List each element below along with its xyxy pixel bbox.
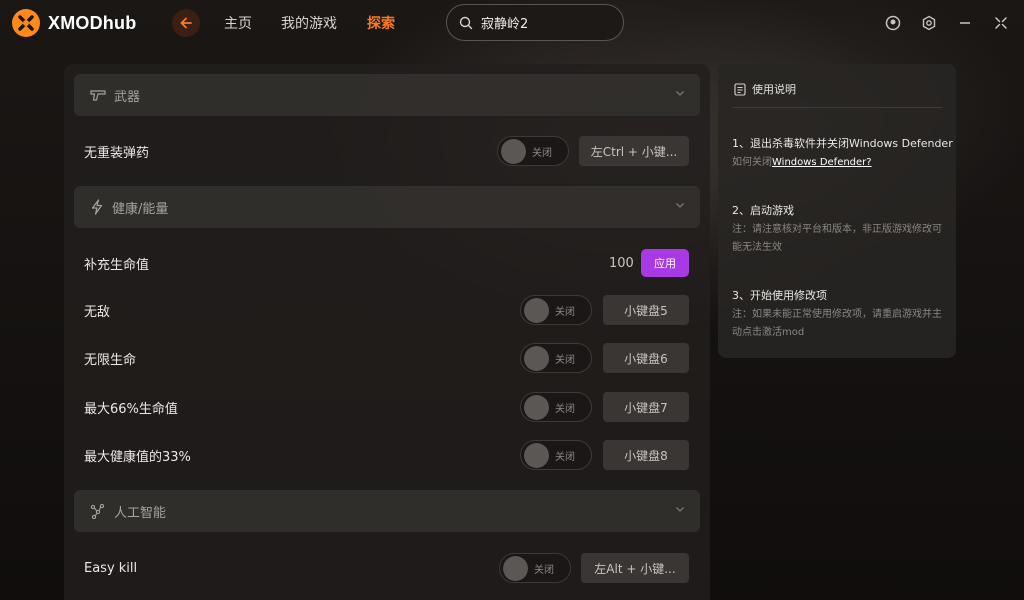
search-box[interactable] [446, 4, 624, 41]
mod-row-refill-health: 补充生命值 100 应用 [74, 246, 700, 280]
xmodhub-logo-icon [12, 9, 40, 37]
mod-toggle[interactable]: 关闭 [520, 295, 592, 325]
app-logo[interactable]: XMODhub [12, 9, 136, 37]
mod-toggle[interactable]: 关闭 [520, 392, 592, 422]
arrow-left-icon [180, 17, 192, 29]
mod-list-panel: 武器 无重装弹药 关闭 左Ctrl + 小键... 健康/能量 补充生命值 10… [64, 64, 710, 600]
instructions-title: 使用说明 [752, 83, 796, 96]
mod-toggle[interactable]: 关闭 [497, 136, 569, 166]
mod-row-invincible: 无敌 关闭 小键盘5 [74, 293, 700, 327]
mod-toggle[interactable]: 关闭 [499, 553, 571, 583]
mod-name: 无敌 [84, 304, 111, 320]
user-icon[interactable] [882, 12, 904, 34]
section-weapons-label: 武器 [114, 89, 141, 105]
section-ai[interactable]: 人工智能 [74, 490, 700, 532]
toggle-knob [524, 298, 549, 323]
hotkey-button[interactable]: 小键盘7 [603, 392, 689, 422]
mod-toggle[interactable]: 关闭 [520, 343, 592, 373]
step-1-note-prefix: 如何关闭 [732, 157, 772, 168]
instructions-header: 使用说明 [734, 81, 796, 97]
collapse-icon[interactable] [990, 12, 1012, 34]
toggle-knob [501, 139, 526, 164]
minimize-icon[interactable] [954, 12, 976, 34]
app-name: XMODhub [48, 12, 137, 33]
nav-explore[interactable]: 探索 [367, 13, 395, 33]
step-2-title: 2、启动游戏 [732, 204, 794, 217]
chevron-down-icon [676, 91, 684, 96]
mod-row-infinite-life: 无限生命 关闭 小键盘6 [74, 341, 700, 375]
toggle-label: 关闭 [555, 307, 575, 318]
section-health-label: 健康/能量 [112, 201, 169, 217]
hotkey-button[interactable]: 小键盘5 [603, 295, 689, 325]
apply-button[interactable]: 应用 [641, 249, 689, 277]
step-3-title: 3、开始使用修改项 [732, 289, 827, 302]
hotkey-button[interactable]: 小键盘6 [603, 343, 689, 373]
mod-name: 无限生命 [84, 352, 137, 368]
mod-row-easy-kill: Easy kill 关闭 左Alt + 小键... [74, 551, 700, 585]
toggle-label: 关闭 [532, 148, 552, 159]
toggle-knob [524, 395, 549, 420]
toggle-knob [524, 443, 549, 468]
nav-home[interactable]: 主页 [224, 13, 252, 33]
settings-icon[interactable] [918, 12, 940, 34]
chevron-down-icon [676, 507, 684, 512]
lightning-icon [91, 199, 103, 215]
pistol-icon [90, 90, 106, 101]
top-bar: XMODhub 主页 我的游戏 探索 [0, 0, 1024, 46]
nav-my-games[interactable]: 我的游戏 [281, 13, 337, 33]
instructions-panel: 使用说明 1、退出杀毒软件并关闭Windows Defender 如何关闭Win… [718, 64, 956, 358]
mod-name: 最大健康值的33% [84, 449, 191, 465]
hotkey-button[interactable]: 左Ctrl + 小键... [579, 136, 689, 166]
step-1-title: 1、退出杀毒软件并关闭Windows Defender [732, 137, 953, 150]
chevron-down-icon [676, 203, 684, 208]
search-input[interactable] [481, 15, 611, 30]
step-2-note: 注：请注意核对平台和版本，非正版游戏修改可能无法生效 [732, 224, 942, 253]
hotkey-button[interactable]: 左Alt + 小键... [581, 553, 689, 583]
mod-name: 补充生命值 [84, 257, 150, 273]
mod-toggle[interactable]: 关闭 [520, 440, 592, 470]
toggle-label: 关闭 [534, 565, 554, 576]
toggle-label: 关闭 [555, 404, 575, 415]
mod-row-max-33-health: 最大健康值的33% 关闭 小键盘8 [74, 438, 700, 472]
mod-name: Easy kill [84, 560, 138, 576]
section-ai-label: 人工智能 [114, 505, 167, 521]
toggle-knob [524, 346, 549, 371]
mod-name: 最大66%生命值 [84, 401, 178, 417]
search-icon [459, 16, 473, 29]
network-icon [90, 503, 105, 519]
step-1-note: 如何关闭Windows Defender? [732, 154, 944, 172]
window-controls [882, 12, 1012, 34]
mod-name: 无重装弹药 [84, 145, 150, 161]
refill-value[interactable]: 100 [609, 256, 634, 271]
mod-row-no-reload: 无重装弹药 关闭 左Ctrl + 小键... [74, 134, 700, 168]
document-icon [734, 82, 746, 96]
toggle-knob [503, 556, 528, 581]
mod-row-max-66-health: 最大66%生命值 关闭 小键盘7 [74, 390, 700, 424]
section-health[interactable]: 健康/能量 [74, 186, 700, 228]
step-3-note: 注：如果未能正常使用修改项，请重启游戏并主动点击激活mod [732, 309, 942, 338]
toggle-label: 关闭 [555, 355, 575, 366]
hotkey-button[interactable]: 小键盘8 [603, 440, 689, 470]
windows-defender-link[interactable]: Windows Defender? [772, 157, 872, 168]
section-weapons[interactable]: 武器 [74, 74, 700, 116]
back-button[interactable] [172, 9, 200, 37]
divider [732, 107, 942, 108]
toggle-label: 关闭 [555, 452, 575, 463]
